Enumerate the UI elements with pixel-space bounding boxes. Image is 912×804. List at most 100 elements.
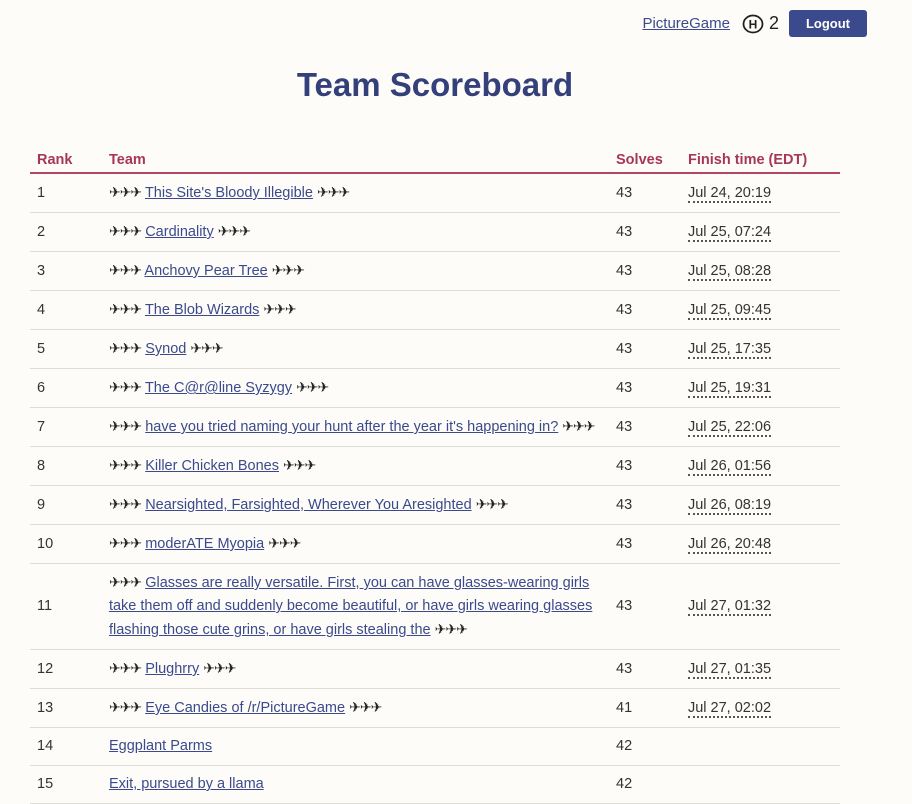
rank-cell: 10 xyxy=(30,524,102,564)
team-name-link[interactable]: Cardinality xyxy=(145,224,214,240)
team-name-link[interactable]: The Blob Wizards xyxy=(145,302,259,318)
airplane-icon: ✈✈✈ xyxy=(108,418,142,434)
solves-cell: 43 xyxy=(609,485,681,525)
finish-time-cell: Jul 25, 22:06 xyxy=(680,407,840,447)
team-cell: ✈✈✈ The C@r@line Syzygy ✈✈✈ xyxy=(101,368,610,408)
finish-time[interactable]: Jul 27, 02:02 xyxy=(687,699,772,718)
team-cell: ✈✈✈ Anchovy Pear Tree ✈✈✈ xyxy=(101,251,610,291)
hint-badge: H 2 xyxy=(742,13,779,35)
table-row: 13 ✈✈✈ Eye Candies of /r/PictureGame ✈✈✈ 4… xyxy=(30,688,840,728)
finish-time-cell: Jul 27, 02:02 xyxy=(680,688,840,728)
rank-cell: 13 xyxy=(30,688,102,728)
team-name-link[interactable]: Anchovy Pear Tree xyxy=(144,263,267,279)
team-name-link[interactable]: Nearsighted, Farsighted, Wherever You Ar… xyxy=(145,497,471,513)
rank-cell: 2 xyxy=(30,212,102,252)
airplane-icon: ✈✈✈ xyxy=(108,262,142,278)
airplane-icon: ✈✈✈ xyxy=(108,340,142,356)
airplane-icon: ✈✈✈ xyxy=(203,660,236,676)
finish-time[interactable]: Jul 24, 20:19 xyxy=(687,184,772,203)
airplane-icon: ✈✈✈ xyxy=(562,418,595,434)
team-name-link[interactable]: Exit, pursued by a llama xyxy=(109,776,264,792)
finish-time[interactable]: Jul 27, 01:35 xyxy=(687,660,772,679)
rank-cell: 15 xyxy=(30,765,102,804)
finish-time[interactable]: Jul 25, 07:24 xyxy=(687,223,772,242)
solves-cell: 43 xyxy=(609,290,681,330)
column-header-solves[interactable]: Solves xyxy=(609,146,681,174)
solves-cell: 42 xyxy=(609,765,681,804)
rank-cell: 14 xyxy=(30,727,102,766)
table-row: 15 Exit, pursued by a llama 42 xyxy=(30,765,840,804)
solves-cell: 43 xyxy=(609,524,681,564)
finish-time[interactable]: Jul 26, 20:48 xyxy=(687,535,772,554)
finish-time[interactable]: Jul 25, 17:35 xyxy=(687,340,772,359)
airplane-icon: ✈✈✈ xyxy=(217,223,251,239)
table-row: 9 ✈✈✈ Nearsighted, Farsighted, Wherever Y… xyxy=(30,485,840,525)
team-name-link[interactable]: Eggplant Parms xyxy=(109,738,212,754)
airplane-icon: ✈✈✈ xyxy=(108,496,142,512)
team-cell: ✈✈✈ Plughrry ✈✈✈ xyxy=(101,649,610,689)
solves-cell: 43 xyxy=(609,329,681,369)
finish-time[interactable]: Jul 27, 01:32 xyxy=(687,598,772,616)
team-cell: Eggplant Parms xyxy=(101,727,610,766)
finish-time[interactable]: Jul 26, 08:19 xyxy=(687,496,772,515)
airplane-icon: ✈✈✈ xyxy=(271,262,305,278)
team-name-link[interactable]: Glasses are really versatile. First, you… xyxy=(109,575,592,638)
airplane-icon: ✈✈✈ xyxy=(283,457,316,473)
rank-cell: 6 xyxy=(30,368,102,408)
scoreboard-table: Rank Team Solves Finish time (EDT) 1 ✈✈✈ … xyxy=(30,146,840,804)
finish-time-cell: Jul 27, 01:32 xyxy=(680,563,840,650)
finish-time-cell: Jul 26, 08:19 xyxy=(680,485,840,525)
column-header-team[interactable]: Team xyxy=(101,146,610,174)
finish-time-cell: Jul 26, 01:56 xyxy=(680,446,840,486)
scoreboard-rows: 1 ✈✈✈ This Site's Bloody Illegible ✈✈✈ 43 J… xyxy=(30,173,840,804)
table-header-row: Rank Team Solves Finish time (EDT) xyxy=(30,146,840,174)
solves-cell: 43 xyxy=(609,173,681,213)
table-row: 7 ✈✈✈ have you tried naming your hunt aft… xyxy=(30,407,840,447)
rank-cell: 9 xyxy=(30,485,102,525)
finish-time[interactable]: Jul 25, 19:31 xyxy=(687,379,772,398)
airplane-icon: ✈✈✈ xyxy=(108,660,142,676)
team-name-link[interactable]: Eye Candies of /r/PictureGame xyxy=(145,700,345,716)
airplane-icon: ✈✈✈ xyxy=(268,535,301,551)
logout-button[interactable]: Logout xyxy=(789,10,867,37)
team-name-link[interactable]: moderATE Myopia xyxy=(145,536,264,552)
solves-cell: 43 xyxy=(609,212,681,252)
airplane-icon: ✈✈✈ xyxy=(108,379,142,395)
team-name-link[interactable]: This Site's Bloody Illegible xyxy=(145,185,313,201)
team-link[interactable]: PictureGame xyxy=(642,15,730,32)
column-header-finish-time[interactable]: Finish time (EDT) xyxy=(680,146,840,174)
table-row: 6 ✈✈✈ The C@r@line Syzygy ✈✈✈ 43 Jul 25, 19… xyxy=(30,368,840,408)
finish-time[interactable]: Jul 25, 09:45 xyxy=(687,301,772,320)
column-header-rank[interactable]: Rank xyxy=(30,146,102,174)
finish-time[interactable]: Jul 25, 22:06 xyxy=(687,418,772,437)
team-name-link[interactable]: Killer Chicken Bones xyxy=(145,458,279,474)
finish-time-cell: Jul 27, 01:35 xyxy=(680,649,840,689)
hint-count: 2 xyxy=(768,13,779,33)
team-name-link[interactable]: Synod xyxy=(145,341,186,357)
finish-time[interactable]: Jul 25, 08:28 xyxy=(687,262,772,281)
airplane-icon: ✈✈✈ xyxy=(108,223,142,239)
team-cell: ✈✈✈ Synod ✈✈✈ xyxy=(101,329,610,369)
finish-time-cell xyxy=(680,727,840,766)
team-name-link[interactable]: The C@r@line Syzygy xyxy=(145,380,292,396)
solves-cell: 43 xyxy=(609,251,681,291)
finish-time-cell xyxy=(680,765,840,804)
hint-icon-letter: H xyxy=(749,17,758,31)
finish-time[interactable]: Jul 26, 01:56 xyxy=(687,457,772,476)
airplane-icon: ✈✈✈ xyxy=(108,301,142,317)
solves-cell: 42 xyxy=(609,727,681,766)
table-row: 3 ✈✈✈ Anchovy Pear Tree ✈✈✈ 43 Jul 25, 08:2… xyxy=(30,251,840,291)
airplane-icon: ✈✈✈ xyxy=(190,340,223,356)
table-row: 10 ✈✈✈ moderATE Myopia ✈✈✈ 43 Jul 26, 20:48 xyxy=(30,524,840,564)
rank-cell: 11 xyxy=(30,563,102,650)
table-row: 2 ✈✈✈ Cardinality ✈✈✈ 43 Jul 25, 07:24 xyxy=(30,212,840,252)
team-name-link[interactable]: have you tried naming your hunt after th… xyxy=(145,419,558,435)
team-cell: ✈✈✈ Killer Chicken Bones ✈✈✈ xyxy=(101,446,610,486)
team-cell: Exit, pursued by a llama xyxy=(101,765,610,804)
table-row: 12 ✈✈✈ Plughrry ✈✈✈ 43 Jul 27, 01:35 xyxy=(30,649,840,689)
team-name-link[interactable]: Plughrry xyxy=(145,661,199,677)
solves-cell: 43 xyxy=(609,563,681,650)
finish-time-cell: Jul 25, 08:28 xyxy=(680,251,840,291)
rank-cell: 7 xyxy=(30,407,102,447)
team-cell: ✈✈✈ Nearsighted, Farsighted, Wherever Yo… xyxy=(101,485,610,525)
